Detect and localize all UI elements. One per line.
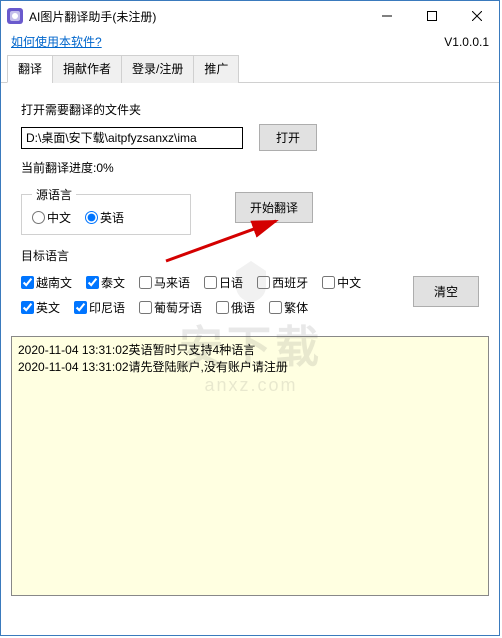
- check-thai[interactable]: 泰文: [86, 274, 125, 291]
- maximize-button[interactable]: [409, 2, 454, 30]
- check-malay[interactable]: 马来语: [139, 274, 190, 291]
- target-lang-label: 目标语言: [21, 247, 479, 264]
- tab-donate[interactable]: 捐献作者: [52, 55, 122, 83]
- check-japanese[interactable]: 日语: [204, 274, 243, 291]
- progress-text: 当前翻译进度:0%: [21, 159, 479, 176]
- titlebar: AI图片翻译助手(未注册): [1, 1, 499, 31]
- source-lang-legend: 源语言: [32, 186, 76, 203]
- open-button[interactable]: 打开: [259, 124, 317, 151]
- folder-label: 打开需要翻译的文件夹: [21, 101, 479, 118]
- check-portuguese[interactable]: 葡萄牙语: [139, 299, 202, 316]
- radio-english[interactable]: 英语: [85, 209, 124, 226]
- window-title: AI图片翻译助手(未注册): [29, 8, 364, 25]
- app-icon: [7, 8, 23, 24]
- close-button[interactable]: [454, 2, 499, 30]
- tab-promo[interactable]: 推广: [193, 55, 239, 83]
- clear-button[interactable]: 清空: [413, 276, 479, 307]
- check-russian[interactable]: 俄语: [216, 299, 255, 316]
- version-label: V1.0.0.1: [444, 35, 489, 49]
- check-chinese[interactable]: 中文: [322, 274, 361, 291]
- minimize-button[interactable]: [364, 2, 409, 30]
- radio-chinese[interactable]: 中文: [32, 209, 71, 226]
- check-spanish[interactable]: 西班牙: [257, 274, 308, 291]
- log-area[interactable]: 2020-11-04 13:31:02英语暂时只支持4种语言 2020-11-0…: [11, 336, 489, 596]
- tab-login[interactable]: 登录/注册: [121, 55, 194, 83]
- check-indonesian[interactable]: 印尼语: [74, 299, 125, 316]
- check-english[interactable]: 英文: [21, 299, 60, 316]
- check-traditional[interactable]: 繁体: [269, 299, 308, 316]
- folder-path-input[interactable]: [21, 127, 243, 149]
- start-translate-button[interactable]: 开始翻译: [235, 192, 313, 223]
- tab-bar: 翻译 捐献作者 登录/注册 推广: [1, 54, 499, 83]
- help-link[interactable]: 如何使用本软件?: [11, 33, 102, 50]
- check-vietnamese[interactable]: 越南文: [21, 274, 72, 291]
- tab-translate[interactable]: 翻译: [7, 55, 53, 83]
